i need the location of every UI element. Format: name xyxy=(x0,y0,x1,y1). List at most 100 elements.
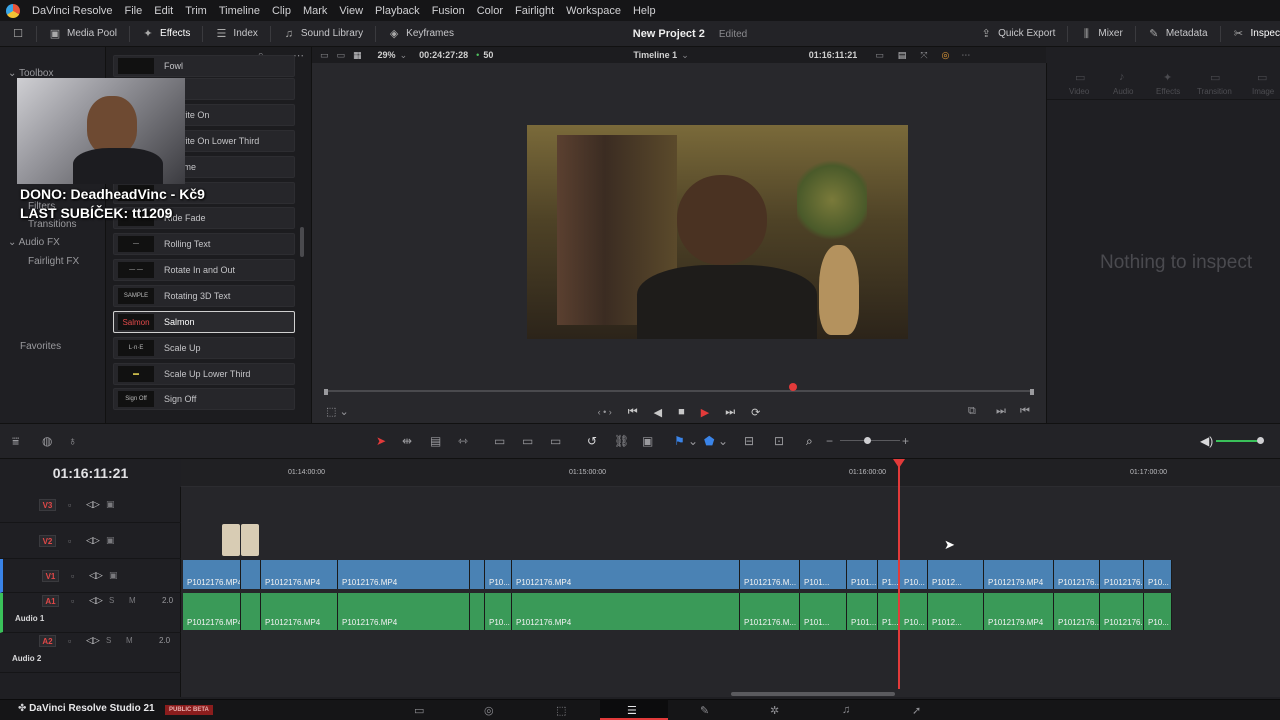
jog-control-icon[interactable]: ‹ • › xyxy=(598,407,612,417)
zoom-out-icon[interactable]: − xyxy=(826,434,833,448)
menu-workspace[interactable]: Workspace xyxy=(560,5,627,17)
video-clip[interactable]: P1012176.MP4 xyxy=(512,560,740,589)
audio-clip[interactable]: P10... xyxy=(1144,593,1172,630)
audio-clip[interactable]: P1012176.MP4 xyxy=(338,593,470,630)
menu-edit[interactable]: Edit xyxy=(148,5,179,17)
color-page-icon[interactable]: ✲ xyxy=(770,704,779,717)
track-id[interactable]: A2 xyxy=(39,635,56,647)
audio-clip[interactable]: P1012176... xyxy=(1100,593,1144,630)
play-button[interactable]: ▶ xyxy=(701,406,709,419)
loop-button[interactable]: ⟳ xyxy=(751,406,760,419)
auto-select-icon[interactable]: ◁▷ xyxy=(86,535,100,546)
video-clip[interactable]: P1012... xyxy=(928,560,984,589)
audio-clip[interactable]: P1012179.MP4 xyxy=(984,593,1054,630)
inspector-button[interactable]: ✂ Inspec xyxy=(1221,21,1280,47)
transform-icon[interactable]: ⤧ xyxy=(920,50,927,61)
voiceover-mic-icon[interactable]: ♁ xyxy=(68,434,77,448)
more-options-icon[interactable]: ⋯ xyxy=(961,50,970,61)
snapping-icon[interactable]: ↺ xyxy=(587,434,597,448)
track-visibility-icon[interactable]: ▣ xyxy=(106,535,115,546)
video-clip[interactable]: P10... xyxy=(1144,560,1172,589)
fairlight-page-icon[interactable]: ♫ xyxy=(842,704,850,716)
menu-mark[interactable]: Mark xyxy=(297,5,333,17)
toggle-panel-button[interactable]: ☐ xyxy=(0,21,36,47)
scrub-playhead[interactable] xyxy=(789,383,797,391)
audio-clip[interactable]: P1... xyxy=(878,593,900,630)
go-to-start-button[interactable]: ⏮ xyxy=(628,406,638,419)
effect-item[interactable]: L·n·E Scale Up xyxy=(113,337,295,359)
marker-icon[interactable]: ⬟ xyxy=(704,434,714,448)
v2-clip[interactable] xyxy=(222,524,240,556)
volume-slider-thumb[interactable] xyxy=(1257,437,1264,444)
timeline-timecode[interactable]: 01:16:11:21 xyxy=(0,459,181,487)
favorites-item[interactable]: Favorites xyxy=(20,341,61,352)
chevron-down-icon[interactable]: ⌄ xyxy=(681,50,689,61)
menu-clip[interactable]: Clip xyxy=(266,5,297,17)
video-clip[interactable]: P1012176... xyxy=(1100,560,1144,589)
effect-item[interactable]: Sign Off Sign Off xyxy=(113,388,295,410)
inspector-tab-image[interactable]: Image xyxy=(1252,87,1274,96)
lock-icon[interactable]: ▫ xyxy=(68,536,71,546)
menu-fairlight[interactable]: Fairlight xyxy=(509,5,560,17)
scrub-in-handle[interactable] xyxy=(324,389,328,395)
deliver-page-icon[interactable]: ➚ xyxy=(912,704,921,717)
audio-clip[interactable]: P10... xyxy=(900,593,928,630)
timeline-view-options-icon[interactable]: ⩸ xyxy=(12,434,19,448)
video-clip[interactable] xyxy=(241,560,261,589)
volume-slider-fill[interactable] xyxy=(1216,440,1261,442)
inspector-tab-video[interactable]: Video xyxy=(1069,87,1089,96)
track-id[interactable]: A1 xyxy=(42,595,59,607)
video-clip[interactable]: P10... xyxy=(900,560,928,589)
effects-list-scrollbar[interactable] xyxy=(300,227,304,257)
sound-library-button[interactable]: ♫ Sound Library xyxy=(271,21,375,47)
timeline-track-area[interactable] xyxy=(181,487,1280,697)
audio-clip[interactable]: P1012176... xyxy=(1054,593,1100,630)
lock-icon[interactable]: ▫ xyxy=(71,571,74,581)
play-reverse-button[interactable]: ◀ xyxy=(654,406,662,419)
audio-clip[interactable]: P1012176.MP4 xyxy=(261,593,338,630)
replace-clip-icon[interactable]: ▭ xyxy=(550,434,561,448)
auto-select-icon[interactable]: ◁▷ xyxy=(86,635,100,646)
menu-timeline[interactable]: Timeline xyxy=(213,5,266,17)
menu-color[interactable]: Color xyxy=(471,5,509,17)
trim-tool-icon[interactable]: ⇹ xyxy=(402,434,412,448)
zoom-slider-thumb[interactable] xyxy=(864,437,871,444)
video-clip[interactable]: P1012176.MP4 xyxy=(261,560,338,589)
chevron-down-icon[interactable]: ⌄ xyxy=(688,434,698,448)
edit-page-icon[interactable]: ⬚ xyxy=(556,704,566,717)
media-page-icon[interactable]: ▭ xyxy=(414,704,424,717)
audio-clip[interactable]: P1012176.MP4 xyxy=(512,593,740,630)
video-clip[interactable]: P101... xyxy=(847,560,878,589)
lock-icon[interactable]: ▫ xyxy=(71,596,74,606)
audio-clip[interactable]: P1012... xyxy=(928,593,984,630)
timeline-playhead[interactable] xyxy=(898,459,900,689)
v2-clip[interactable] xyxy=(241,524,259,556)
previous-edit-icon[interactable]: ⏮ xyxy=(1020,405,1030,418)
overlay-options-icon[interactable]: ▤ xyxy=(898,50,907,61)
video-clip[interactable]: P1... xyxy=(878,560,900,589)
audio-clip[interactable] xyxy=(241,593,261,630)
video-clip[interactable]: P1012176.MP4 xyxy=(183,560,241,589)
metadata-button[interactable]: ✎ Metadata xyxy=(1136,21,1220,47)
mute-button[interactable]: M xyxy=(129,596,136,605)
effect-item[interactable]: ▬ Scale Up Lower Third xyxy=(113,363,295,385)
stop-button[interactable]: ■ xyxy=(678,406,685,418)
chevron-down-icon[interactable]: ⌄ xyxy=(718,434,728,448)
zoom-full-icon[interactable]: ⊟ xyxy=(744,434,754,448)
effects-button[interactable]: ✦ Effects xyxy=(130,21,202,47)
timeline-name[interactable]: Timeline 1 xyxy=(633,50,677,60)
effect-item-selected[interactable]: Salmon Salmon xyxy=(113,311,295,333)
viewer-mode-icon[interactable]: ▭ xyxy=(337,50,346,61)
track-visibility-icon[interactable]: ▣ xyxy=(109,570,118,581)
menu-trim[interactable]: Trim xyxy=(179,5,213,17)
fusion-page-icon[interactable]: ✎ xyxy=(700,704,709,717)
menu-file[interactable]: File xyxy=(119,5,149,17)
effect-item[interactable]: Fowl xyxy=(113,55,295,77)
audio-meter-icon[interactable]: ◍ xyxy=(42,434,52,448)
mixer-button[interactable]: ⫼ Mixer xyxy=(1068,21,1134,47)
keyframes-button[interactable]: ◈ Keyframes xyxy=(376,21,466,47)
viewer-layout-icon[interactable]: ▭ xyxy=(320,50,329,61)
overwrite-clip-icon[interactable]: ▭ xyxy=(522,434,533,448)
video-clip[interactable] xyxy=(470,560,485,589)
audio-clip[interactable]: P10... xyxy=(485,593,512,630)
